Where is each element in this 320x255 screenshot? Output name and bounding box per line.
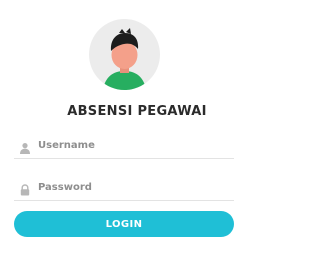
login-button[interactable]: LOGIN (14, 211, 234, 237)
lock-icon (19, 181, 31, 196)
username-field (14, 133, 234, 159)
page-title: ABSENSI PEGAWAI (67, 104, 207, 119)
login-card: ABSENSI PEGAWAI LOGIN (0, 0, 274, 255)
password-input[interactable] (38, 177, 228, 197)
username-input[interactable] (38, 135, 228, 155)
user-avatar-icon (89, 19, 160, 90)
password-field (14, 175, 234, 201)
person-icon (19, 139, 31, 154)
